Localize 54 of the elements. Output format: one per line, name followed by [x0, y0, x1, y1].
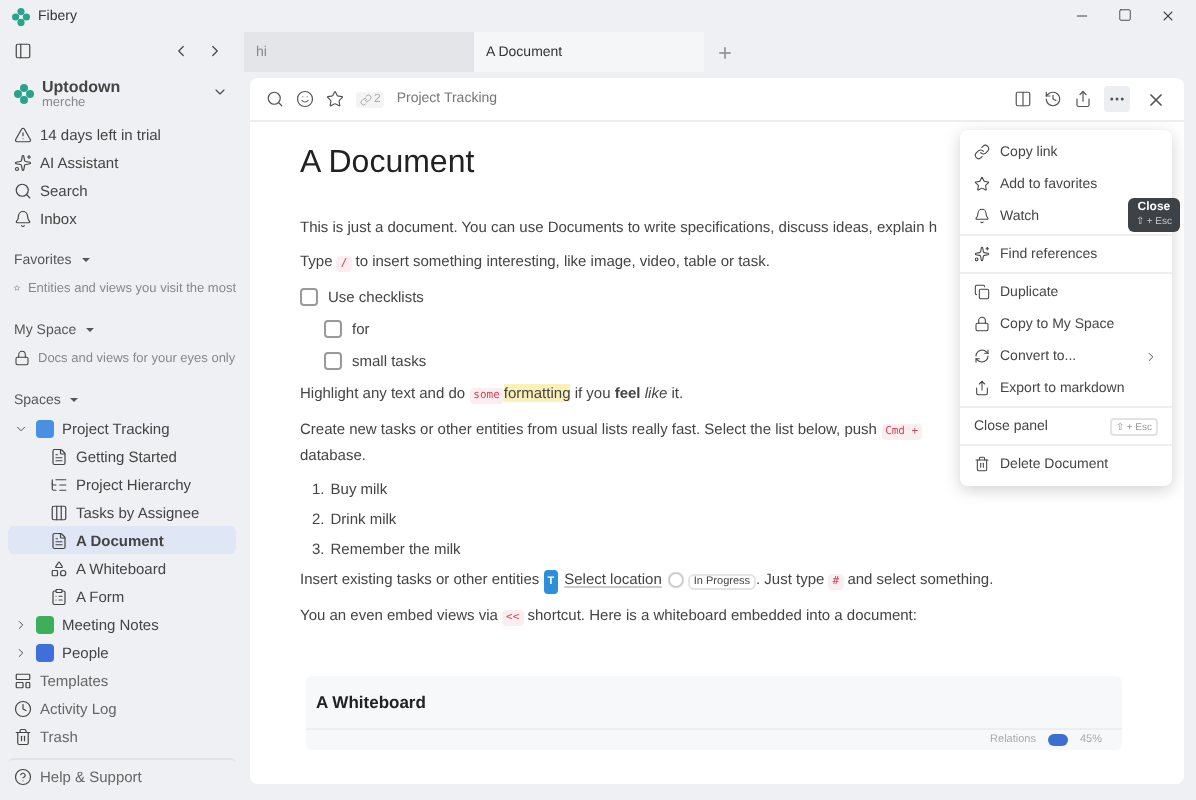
smiley-icon: [296, 90, 314, 108]
trash-icon: [974, 456, 990, 472]
sparkle-icon: [974, 246, 990, 262]
whiteboard-icon: [50, 559, 68, 577]
search-icon: [14, 181, 32, 199]
clock-icon: [14, 699, 32, 717]
share-icon: [1074, 90, 1092, 108]
caret-down-icon: [68, 394, 81, 406]
hierarchy-icon: [50, 475, 68, 493]
relations-toggle[interactable]: [1047, 734, 1068, 746]
checkbox[interactable]: [300, 288, 318, 306]
convert-icon: [974, 348, 990, 364]
chevron-down-icon: [14, 421, 28, 435]
warning-icon: [14, 125, 32, 143]
forward-icon: [206, 41, 224, 59]
lock-icon: [14, 350, 30, 366]
board-icon: [50, 503, 68, 521]
lock-icon: [974, 316, 990, 332]
radio-circle[interactable]: [667, 572, 684, 589]
export-icon: [974, 380, 990, 396]
caret-down-icon: [84, 324, 97, 336]
split-icon: [1014, 90, 1032, 108]
bell-icon: [14, 209, 32, 227]
search-icon: [266, 90, 284, 108]
document-icon: [50, 447, 68, 465]
templates-icon: [14, 671, 32, 689]
trash-icon: [14, 727, 32, 745]
star-icon: [974, 176, 990, 192]
sidebar-toggle-icon: [14, 41, 32, 59]
chevron-down-icon: [212, 84, 228, 100]
caret-down-icon: [79, 254, 92, 266]
close-icon: [1160, 8, 1176, 24]
help-icon: [14, 768, 32, 786]
form-icon: [50, 587, 68, 605]
maximize-icon: [1118, 8, 1132, 22]
workspace-name[interactable]: Uptodown: [42, 78, 121, 96]
star-icon: [14, 280, 20, 296]
sparkle-icon: [14, 153, 32, 171]
history-icon: [1044, 90, 1062, 108]
star-icon: [326, 90, 344, 108]
bell-icon: [974, 208, 990, 224]
embed-title: A Whiteboard: [306, 676, 1122, 730]
back-icon: [172, 41, 190, 59]
link-icon: [974, 144, 990, 160]
workspace-logo-icon: [14, 84, 34, 104]
more-button[interactable]: [1104, 86, 1130, 112]
document-icon: [50, 531, 68, 549]
checkbox[interactable]: [324, 320, 342, 338]
logo-icon: [12, 7, 30, 25]
duplicate-icon: [974, 284, 990, 300]
document-title: A Document: [300, 146, 475, 182]
checkbox[interactable]: [324, 352, 342, 370]
chevron-right-icon: [1144, 349, 1158, 363]
close-icon: [1145, 89, 1165, 109]
